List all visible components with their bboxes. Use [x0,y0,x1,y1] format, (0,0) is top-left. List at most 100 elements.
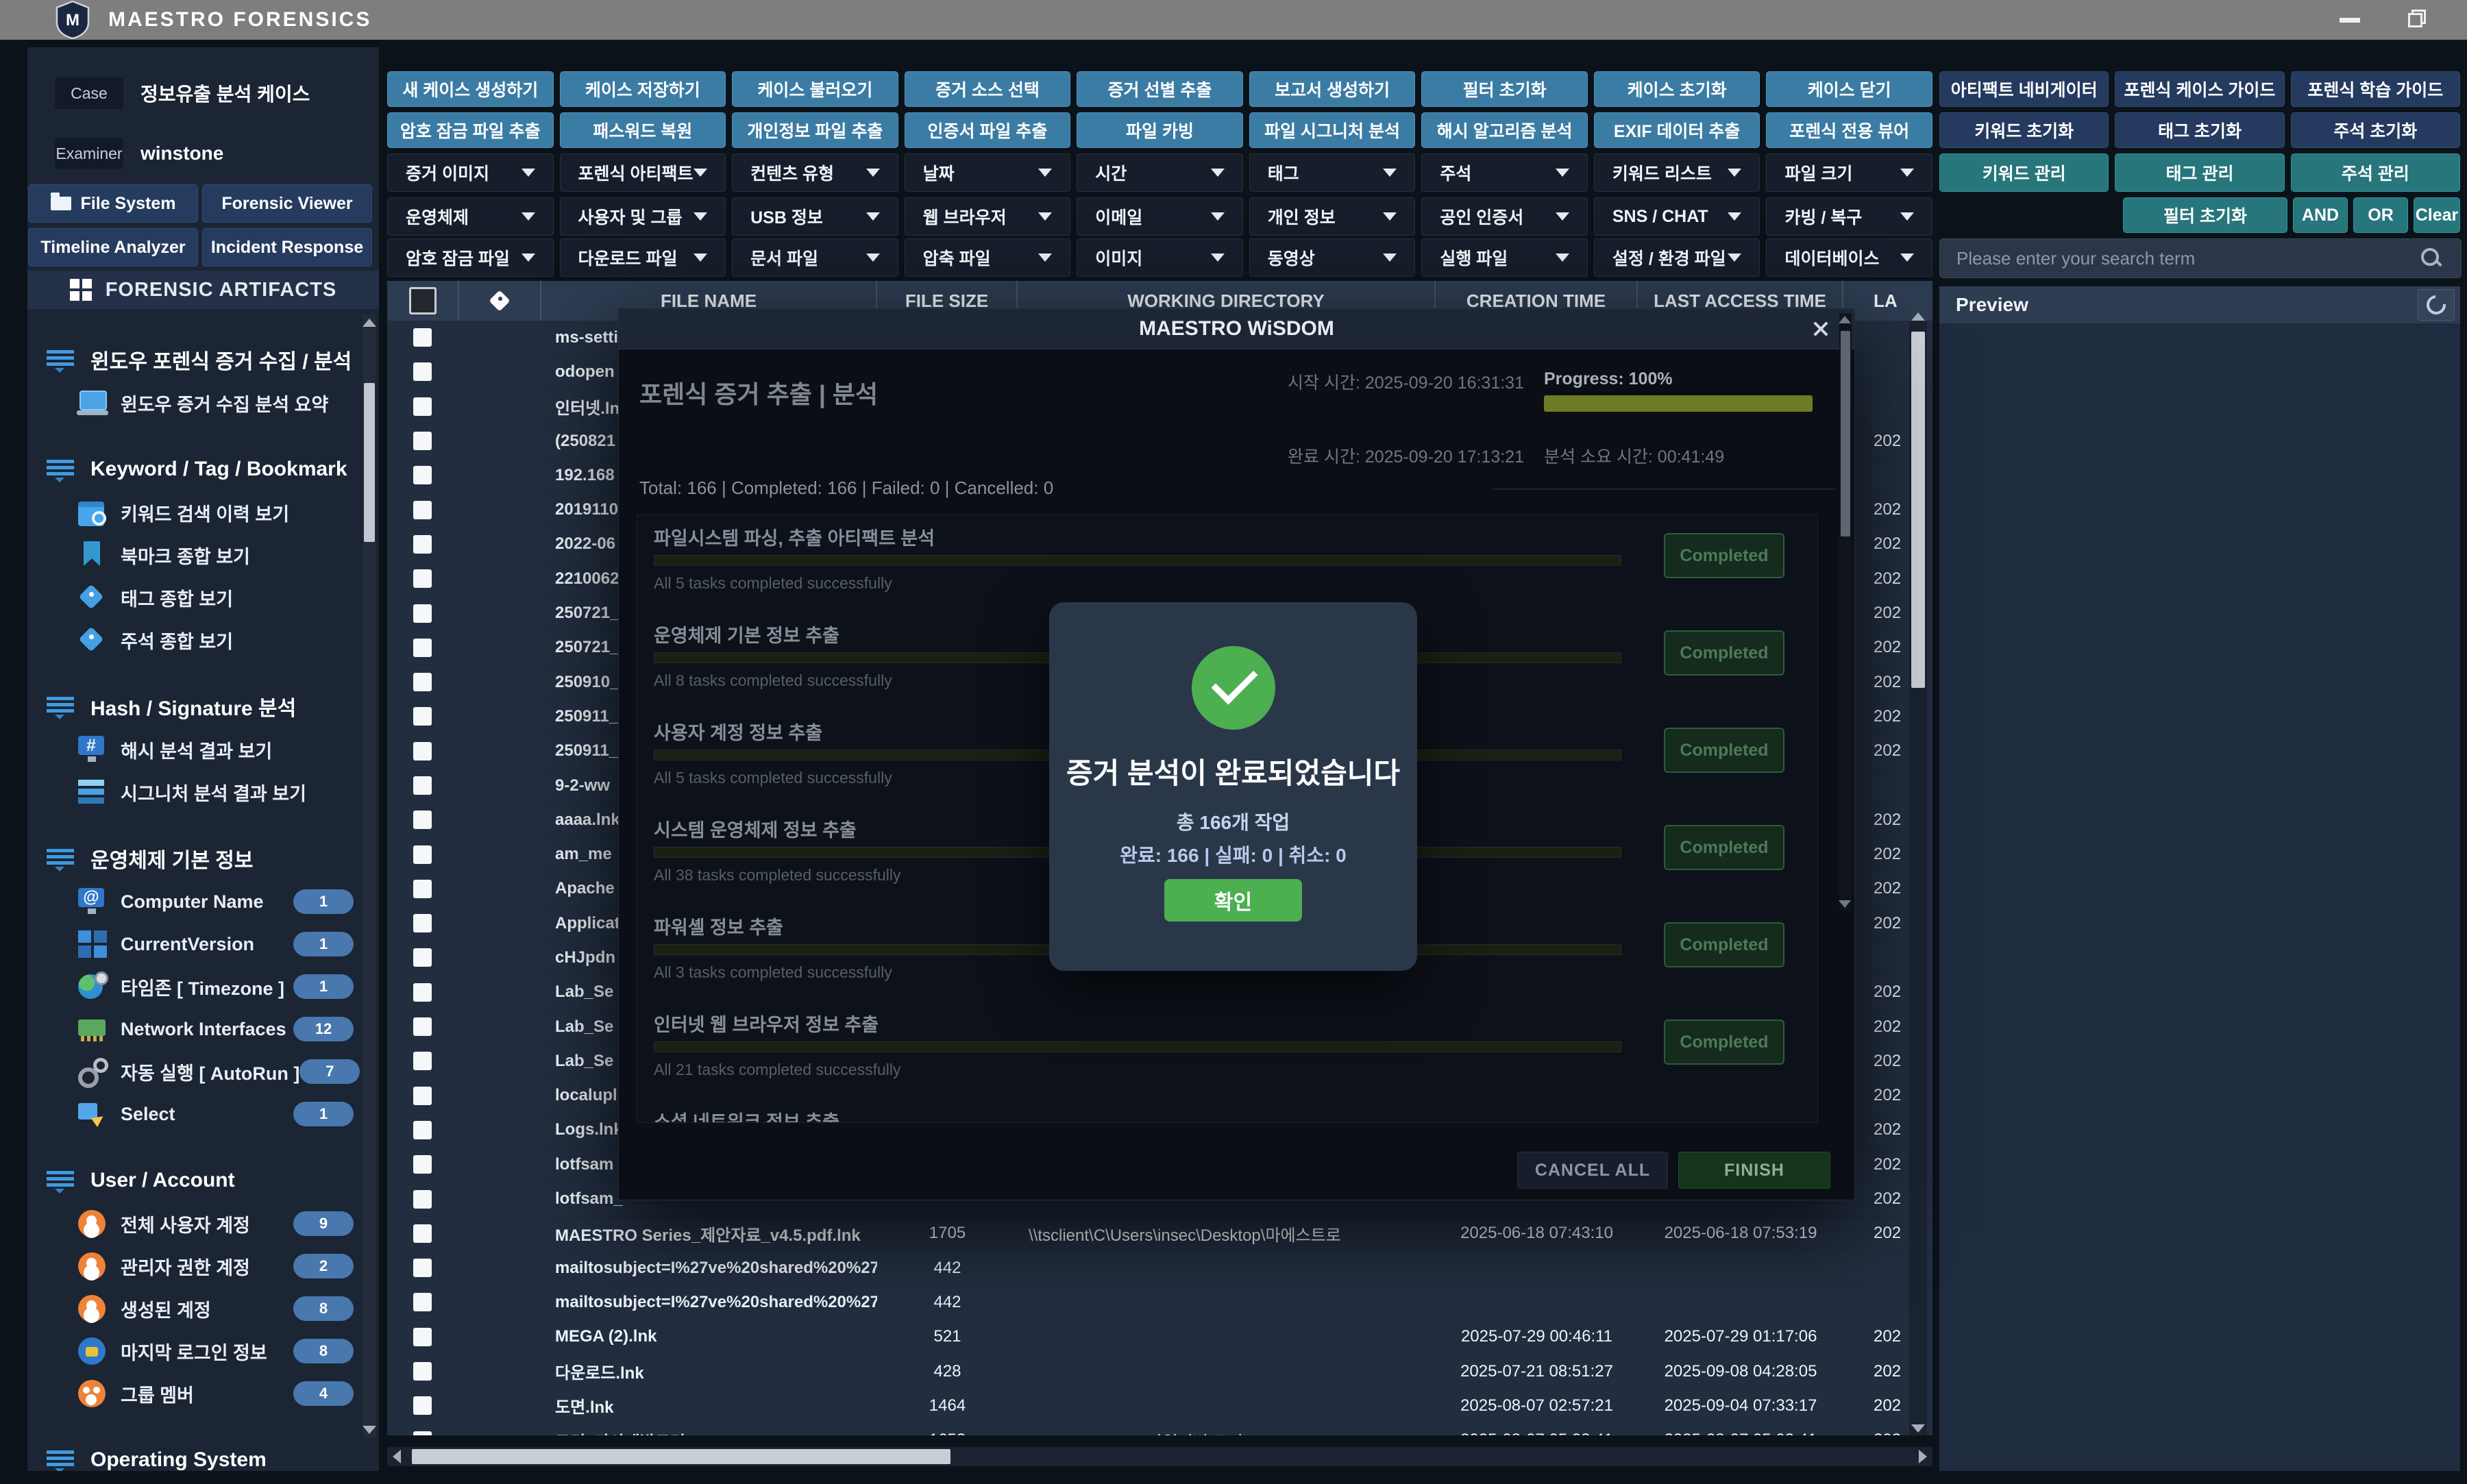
task-list-scrollbar[interactable] [1839,313,1852,911]
sidebar-item[interactable]: 관리자 권한 계정 2 [27,1245,363,1287]
filter-dropdown[interactable]: 키워드 리스트 [1594,153,1760,192]
row-checkbox[interactable] [413,362,432,381]
select-all-cell[interactable] [387,281,459,321]
row-checkbox[interactable] [413,569,432,588]
sidebar-item[interactable]: Operating System [27,1438,363,1471]
filter-dropdown[interactable]: 공인 인증서 [1421,197,1588,236]
search-input[interactable] [1940,248,2421,269]
row-checkbox[interactable] [413,880,432,898]
filter-dropdown[interactable]: 실행 파일 [1421,238,1588,277]
toolbar-button[interactable]: 인증서 파일 추출 [905,112,1071,148]
row-checkbox[interactable] [413,845,432,864]
task-list-scrollbar-thumb[interactable] [1841,331,1850,536]
or-button[interactable]: OR [2353,197,2408,233]
toolbar-button[interactable]: 케이스 불러오기 [732,71,898,107]
row-checkbox[interactable] [413,397,432,416]
search-icon[interactable] [2421,248,2442,269]
row-checkbox[interactable] [413,742,432,760]
table-row[interactable]: MAESTRO Series_제안자료_v4.5.pdf.lnk 1705 \\… [387,1217,1932,1251]
row-checkbox[interactable] [413,1052,432,1070]
filter-dropdown[interactable]: 주석 [1421,153,1588,192]
toolbar-button[interactable]: 케이스 닫기 [1766,71,1932,107]
reset-button[interactable]: 주석 초기화 [2291,112,2460,148]
table-row[interactable]: 다운로드.lnk 428 2025-07-21 08:51:27 2025-09… [387,1355,1932,1389]
table-scroll-right-icon[interactable] [1919,1450,1927,1463]
incident-response-button[interactable]: Incident Response [202,228,372,267]
table-row[interactable]: mailtosubject=I%27ve%20shared%20%27 442 [387,1285,1932,1320]
filter-dropdown[interactable]: 암호 잠금 파일 [387,238,554,277]
row-checkbox[interactable] [413,1224,432,1243]
row-checkbox[interactable] [413,466,432,484]
row-checkbox[interactable] [413,1362,432,1381]
row-checkbox[interactable] [413,914,432,932]
sidebar-item[interactable]: Keyword / Tag / Bookmark [27,447,363,491]
filter-dropdown[interactable]: 압축 파일 [905,238,1071,277]
row-checkbox[interactable] [413,535,432,554]
table-scroll-up-icon[interactable] [1911,312,1925,321]
toolbar-button[interactable]: 패스워드 복원 [560,112,726,148]
sidebar-item[interactable]: 해시 분석 결과 보기 [27,728,363,771]
filter-dropdown[interactable]: 운영체제 [387,197,554,236]
filter-reset-button[interactable]: 필터 초기화 [2123,197,2287,233]
sidebar-item[interactable]: 그룹 멤버 4 [27,1372,363,1415]
sidebar-scrollbar[interactable] [363,314,376,1438]
row-checkbox[interactable] [413,1017,432,1036]
tag-column-header[interactable] [459,281,541,321]
toolbar-button[interactable]: 파일 카빙 [1077,112,1243,148]
clear-button[interactable]: Clear [2414,197,2460,233]
preview-refresh-button[interactable] [2418,289,2455,321]
filter-dropdown[interactable]: 웹 브라우저 [905,197,1071,236]
task-scroll-up-icon[interactable] [1839,316,1851,323]
filter-dropdown[interactable]: SNS / CHAT [1594,197,1760,236]
row-checkbox[interactable] [413,1087,432,1105]
guide-button[interactable]: 포렌식 학습 가이드 [2291,71,2460,107]
sidebar-item[interactable]: 태그 종합 보기 [27,576,363,619]
row-checkbox[interactable] [413,1396,432,1415]
sidebar-item[interactable]: 주석 종합 보기 [27,619,363,661]
filter-dropdown[interactable]: 사용자 및 그룹 [560,197,726,236]
filter-dropdown[interactable]: 동영상 [1249,238,1416,277]
table-scroll-down-icon[interactable] [1911,1424,1925,1433]
row-checkbox[interactable] [413,432,432,450]
row-checkbox[interactable] [413,639,432,657]
sidebar-item[interactable]: 운영체제 기본 정보 [27,837,363,880]
row-checkbox[interactable] [413,776,432,795]
filter-dropdown[interactable]: 문서 파일 [732,238,898,277]
table-row[interactable]: 모터_자사개발도면.pdf.lnk 1652 \\192.168.0.150\파… [387,1424,1932,1436]
filter-dropdown[interactable]: 설정 / 환경 파일 [1594,238,1760,277]
timeline-analyzer-button[interactable]: Timeline Analyzer [28,228,198,267]
toolbar-button[interactable]: 케이스 저장하기 [560,71,726,107]
filter-dropdown[interactable]: USB 정보 [732,197,898,236]
filter-dropdown[interactable]: 파일 크기 [1766,153,1932,192]
row-checkbox[interactable] [413,604,432,623]
row-checkbox[interactable] [413,1328,432,1346]
sidebar-item[interactable]: 자동 실행 [ AutoRun ] 7 [27,1050,363,1093]
toolbar-button[interactable]: 새 케이스 생성하기 [387,71,554,107]
filter-dropdown[interactable]: 컨텐츠 유형 [732,153,898,192]
table-vertical-scrollbar-thumb[interactable] [1911,332,1925,688]
sidebar-item[interactable]: 키워드 검색 이력 보기 [27,491,363,534]
sidebar-scroll-up-icon[interactable] [363,319,376,327]
manage-button[interactable]: 태그 관리 [2115,153,2284,192]
table-row[interactable]: 도면.lnk 1464 2025-08-07 02:57:21 2025-09-… [387,1389,1932,1423]
toolbar-button[interactable]: 포렌식 전용 뷰어 [1766,112,1932,148]
manage-button[interactable]: 키워드 관리 [1939,153,2109,192]
sidebar-item[interactable]: 북마크 종합 보기 [27,534,363,576]
row-checkbox[interactable] [413,983,432,1002]
sidebar-item[interactable]: 전체 사용자 계정 9 [27,1202,363,1245]
sidebar-item[interactable]: 타임존 [ Timezone ] 1 [27,965,363,1008]
table-row[interactable]: MEGA (2).lnk 521 2025-07-29 00:46:11 202… [387,1320,1932,1355]
filter-dropdown[interactable]: 태그 [1249,153,1416,192]
close-icon[interactable] [1809,318,1831,340]
reset-button[interactable]: 태그 초기화 [2115,112,2284,148]
toolbar-button[interactable]: EXIF 데이터 추출 [1594,112,1760,148]
filter-dropdown[interactable]: 이메일 [1077,197,1243,236]
minimize-button[interactable] [2340,14,2360,26]
sidebar-item[interactable]: Network Interfaces 12 [27,1008,363,1050]
confirm-button[interactable]: 확인 [1164,879,1302,922]
table-horizontal-scrollbar[interactable] [387,1447,1932,1466]
filter-dropdown[interactable]: 데이터베이스 [1766,238,1932,277]
filter-dropdown[interactable]: 포렌식 아티팩트 [560,153,726,192]
sidebar-scrollbar-thumb[interactable] [364,383,375,542]
sidebar-item[interactable]: 시그니처 분석 결과 보기 [27,771,363,813]
